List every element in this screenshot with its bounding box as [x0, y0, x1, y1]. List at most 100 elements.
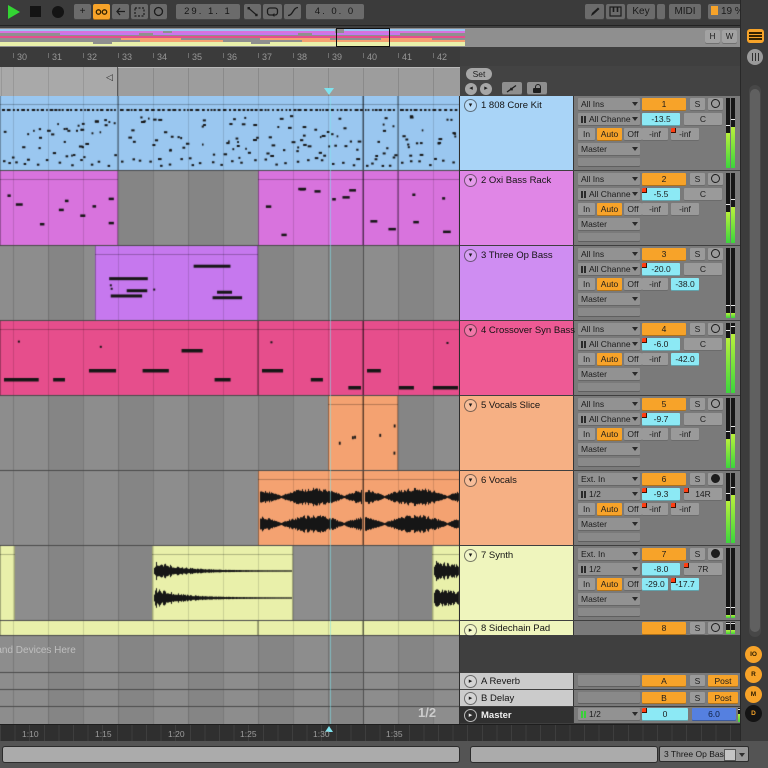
send-a-field[interactable]: -inf: [642, 278, 668, 291]
track-fold-button[interactable]: ▾: [464, 399, 477, 412]
volume-field[interactable]: -5.5: [642, 188, 680, 201]
monitor-auto-button[interactable]: Auto: [597, 428, 622, 441]
mixer-toggle-d[interactable]: D: [745, 705, 762, 722]
key-map-button[interactable]: Key: [627, 4, 655, 20]
send-a-field[interactable]: -29.0: [642, 578, 668, 591]
monitor-in-button[interactable]: In: [578, 353, 595, 366]
track-activator[interactable]: 8: [642, 622, 686, 635]
input-type-chooser[interactable]: Ext. In: [578, 548, 640, 561]
hamburger-menu-icon[interactable]: [747, 29, 764, 43]
fold-height-button[interactable]: H: [705, 30, 720, 44]
back-to-arrangement-button[interactable]: [112, 4, 129, 20]
overview-view-rectangle[interactable]: [336, 28, 390, 47]
previous-locator-button[interactable]: ◂: [465, 83, 477, 95]
pan-field[interactable]: 7R: [684, 563, 722, 576]
return-delay-field[interactable]: [578, 692, 640, 704]
volume-field[interactable]: -9.7: [642, 413, 680, 426]
input-channel-chooser[interactable]: All Channe: [578, 263, 640, 276]
track-activator[interactable]: 4: [642, 323, 686, 336]
input-channel-chooser[interactable]: 1/2: [578, 563, 640, 576]
track-delay-field[interactable]: [578, 233, 640, 242]
monitor-in-button[interactable]: In: [578, 503, 595, 516]
track-header[interactable]: ▾5 Vocals Slice: [460, 396, 574, 470]
master-pan-field[interactable]: 6.0: [692, 708, 736, 721]
mixer-view-toggle[interactable]: [747, 49, 763, 65]
vertical-scrollbar[interactable]: [749, 85, 761, 637]
input-type-chooser[interactable]: Ext. In: [578, 473, 640, 486]
solo-button[interactable]: S: [690, 173, 705, 186]
monitor-auto-button[interactable]: Auto: [597, 203, 622, 216]
output-chooser[interactable]: Master: [578, 293, 640, 306]
set-locator-button[interactable]: Set: [466, 68, 492, 80]
pan-field[interactable]: C: [684, 263, 722, 276]
computer-midi-keyboard-button[interactable]: [606, 4, 625, 20]
vertical-scrollbar-thumb[interactable]: [750, 89, 760, 632]
master-output-chooser[interactable]: 1/2: [578, 708, 640, 721]
track-delay-field[interactable]: [578, 383, 640, 392]
send-b-field[interactable]: -42.0: [671, 353, 699, 366]
output-chooser[interactable]: Master: [578, 143, 640, 156]
send-a-field[interactable]: -inf: [642, 128, 668, 141]
monitor-in-button[interactable]: In: [578, 278, 595, 291]
pan-field[interactable]: C: [684, 113, 722, 126]
monitor-off-button[interactable]: Off: [624, 428, 642, 441]
input-type-chooser[interactable]: All Ins: [578, 173, 640, 186]
track-header[interactable]: ▾3 Three Op Bass: [460, 246, 574, 320]
output-chooser[interactable]: Master: [578, 518, 640, 531]
input-channel-chooser[interactable]: All Channe: [578, 188, 640, 201]
volume-field[interactable]: -8.0: [642, 563, 680, 576]
track-fold-button[interactable]: ▾: [464, 324, 477, 337]
clip-chooser[interactable]: 3 Three Op Bass: [659, 746, 749, 762]
track-activator[interactable]: 5: [642, 398, 686, 411]
send-b-field[interactable]: -inf: [671, 203, 699, 216]
scrub-area-loop-region[interactable]: [0, 67, 118, 96]
return-activator[interactable]: A: [642, 675, 686, 687]
master-volume-field[interactable]: 0: [642, 708, 688, 721]
monitor-off-button[interactable]: Off: [624, 278, 642, 291]
arm-button[interactable]: [708, 173, 723, 186]
output-chooser[interactable]: Master: [578, 218, 640, 231]
track-activator[interactable]: 3: [642, 248, 686, 261]
input-type-chooser[interactable]: All Ins: [578, 323, 640, 336]
arm-button[interactable]: [708, 548, 723, 561]
pre-post-toggle[interactable]: Post: [708, 675, 738, 687]
track-fold-button[interactable]: ▸: [464, 675, 477, 688]
monitor-auto-button[interactable]: Auto: [597, 278, 622, 291]
monitor-auto-button[interactable]: Auto: [597, 353, 622, 366]
arm-button[interactable]: [708, 98, 723, 111]
input-channel-chooser[interactable]: 1/2: [578, 488, 640, 501]
track-activator[interactable]: 2: [642, 173, 686, 186]
arrangement-clip-area[interactable]: [0, 96, 460, 724]
input-type-chooser[interactable]: All Ins: [578, 98, 640, 111]
automation-slope-button[interactable]: [244, 4, 261, 20]
solo-button[interactable]: S: [690, 248, 705, 261]
time-ruler[interactable]: 1:101:151:201:251:301:35: [0, 724, 740, 742]
track-activator[interactable]: 6: [642, 473, 686, 486]
track-header[interactable]: ▾4 Crossover Syn Bass: [460, 321, 574, 395]
track-fold-button[interactable]: ▾: [464, 549, 477, 562]
output-chooser[interactable]: Master: [578, 593, 640, 606]
pan-field[interactable]: C: [684, 413, 722, 426]
track-fold-button[interactable]: ▾: [464, 174, 477, 187]
play-button[interactable]: [8, 5, 20, 19]
draw-selection-button[interactable]: [131, 4, 148, 20]
arm-button[interactable]: [708, 622, 723, 635]
arm-button[interactable]: [708, 398, 723, 411]
follow-button[interactable]: [93, 4, 110, 20]
pan-field[interactable]: 14R: [684, 488, 722, 501]
arrangement-lock-button[interactable]: [527, 82, 547, 95]
track-fold-button[interactable]: ▾: [464, 249, 477, 262]
midi-map-button[interactable]: MIDI: [669, 4, 701, 20]
track-fold-button[interactable]: ▾: [464, 474, 477, 487]
draw-mode-button[interactable]: [585, 4, 604, 20]
master-track-header[interactable]: ▸Master: [460, 707, 574, 723]
arm-button[interactable]: [708, 323, 723, 336]
pre-post-toggle[interactable]: Post: [708, 692, 738, 704]
send-b-field[interactable]: -inf: [671, 128, 699, 141]
solo-button[interactable]: S: [690, 692, 705, 704]
solo-button[interactable]: S: [690, 323, 705, 336]
return-track-header[interactable]: ▸A Reverb: [460, 673, 574, 689]
mixer-toggle-io[interactable]: IO: [745, 646, 762, 663]
stop-button[interactable]: [30, 6, 41, 17]
monitor-off-button[interactable]: Off: [624, 578, 642, 591]
